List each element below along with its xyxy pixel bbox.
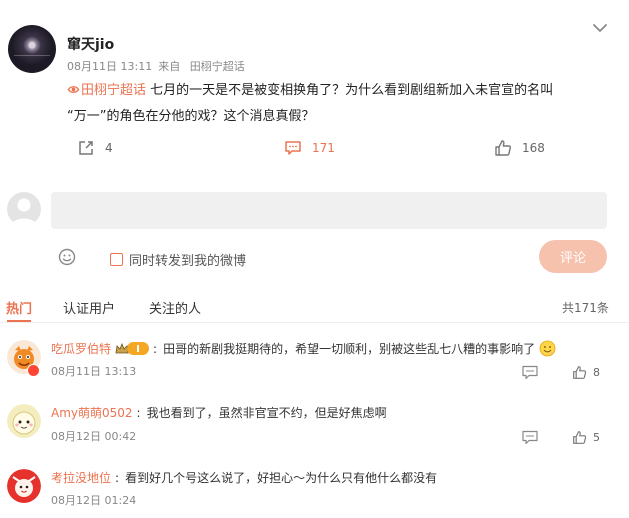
current-user-avatar [7, 192, 41, 226]
divider [0, 322, 629, 323]
submit-comment-button[interactable]: 评论 [539, 240, 607, 273]
forward-button[interactable]: 4 [77, 139, 113, 157]
post-author-name[interactable]: 窜天jio [67, 34, 114, 54]
reply-icon[interactable] [522, 365, 538, 380]
tab-hot[interactable]: 热门 [6, 298, 32, 317]
tab-following[interactable]: 关注的人 [149, 298, 201, 317]
post-text-line1: 七月的一天是不是被变相换角了？为什么看到剧组新加入未官宣的名叫 [146, 83, 554, 98]
avatar-image [7, 404, 41, 438]
comment-like-count: 8 [593, 366, 600, 379]
smile-emoji-icon [539, 340, 556, 357]
commenter-name[interactable]: 考拉没地位 [51, 469, 111, 486]
post-text-line2: “万一”的角色在分他的戏？这个消息真假？ [67, 109, 315, 124]
repost-checkbox[interactable] [110, 253, 123, 266]
comment-count: 171 [312, 141, 335, 155]
comment-input[interactable] [51, 192, 607, 229]
avatar-image [7, 469, 41, 503]
comment-time: 08月12日 00:42 [51, 430, 137, 443]
comment-like-button[interactable]: 8 [572, 365, 600, 380]
verified-badge [27, 364, 40, 377]
comment-line: Amy萌萌0502 : 我也看到了，虽然非官宣不约，但是好焦虑啊 [51, 404, 387, 421]
commenter-name[interactable]: Amy萌萌0502 [51, 404, 133, 421]
thumbs-up-icon [573, 431, 587, 444]
total-comment-count: 共171条 [562, 301, 609, 315]
like-button[interactable]: 168 [494, 139, 545, 157]
comment-like-count: 5 [593, 431, 600, 444]
like-count: 168 [522, 141, 545, 155]
comment-line: 考拉没地位 : 看到好几个号这么说了，好担心～为什么只有他什么都没有 [51, 469, 438, 486]
smiley-icon[interactable] [58, 248, 76, 266]
thumbs-up-icon [495, 140, 511, 156]
comment-like-button[interactable]: 5 [572, 430, 600, 445]
post-source-prefix: 来自 [158, 60, 181, 73]
topic-link[interactable]: 田栩宁超话 [67, 83, 146, 98]
post-author-avatar[interactable] [8, 25, 56, 73]
chevron-down-icon[interactable] [592, 20, 608, 36]
reply-icon[interactable] [522, 430, 538, 445]
share-icon [79, 141, 93, 155]
repost-label: 同时转发到我的微博 [129, 254, 247, 269]
comment-text: 田哥的新剧我挺期待的，希望一切顺利，别被这些乱七八糟的事影响了 [163, 342, 536, 356]
super-topic-icon [67, 86, 80, 93]
comment-time: 08月11日 13:13 [51, 365, 137, 378]
vip-level-icon [127, 342, 150, 355]
commenter-avatar[interactable] [7, 469, 41, 503]
commenter-name[interactable]: 吃瓜罗伯特 [51, 340, 111, 357]
post-meta: 08月11日 13:11 来自 田栩宁超话 [67, 58, 251, 74]
repost-option[interactable]: 同时转发到我的微博 [110, 250, 246, 269]
post-source[interactable]: 田栩宁超话 [190, 60, 245, 73]
commenter-avatar[interactable] [7, 404, 41, 438]
post-date[interactable]: 08月11日 13:11 [67, 60, 152, 73]
thumbs-up-icon [573, 366, 587, 379]
comment-text: 我也看到了，虽然非官宣不约，但是好焦虑啊 [146, 406, 387, 420]
comment-icon [285, 141, 301, 155]
comment-time: 08月12日 01:24 [51, 494, 137, 507]
forward-count: 4 [105, 141, 113, 155]
tab-verified-users[interactable]: 认证用户 [63, 298, 115, 317]
comment-text: 看到好几个号这么说了，好担心～为什么只有他什么都没有 [125, 471, 438, 485]
topic-label: 田栩宁超话 [81, 83, 147, 98]
member-badge [115, 342, 150, 356]
comment-button[interactable]: 171 [284, 139, 335, 157]
comment-line: 吃瓜罗伯特 : 田哥的新剧我挺期待的，希望一切顺利，别被这些乱七八糟的事影响了 [51, 340, 556, 357]
post-text: 田栩宁超话 七月的一天是不是被变相换角了？为什么看到剧组新加入未官宣的名叫 “万… [67, 78, 607, 130]
user-placeholder-icon [11, 198, 37, 226]
